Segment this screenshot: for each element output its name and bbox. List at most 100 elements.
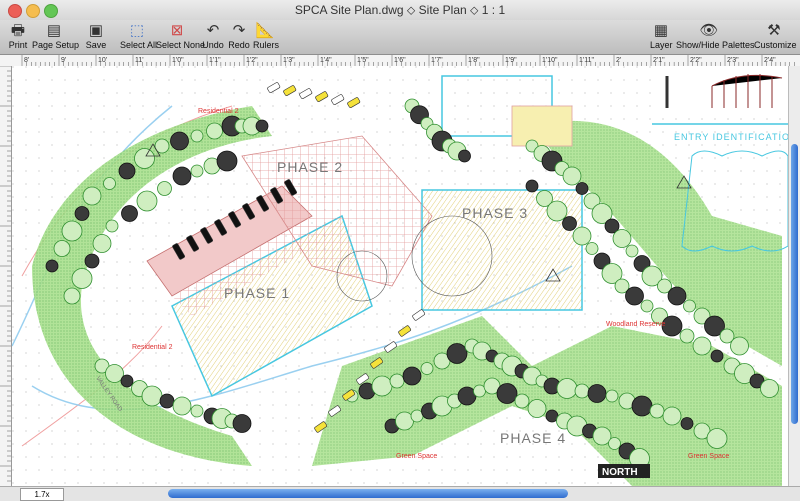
select-none-button[interactable]: ⊠ Select None — [156, 22, 205, 53]
tree-symbol — [92, 234, 112, 253]
tree-symbol — [585, 242, 599, 255]
toolbar: 🖶 Print ▤ Page Setup ▣ Save ⬚ Select All… — [0, 20, 800, 55]
ruler-label: 1'11" — [579, 57, 594, 64]
undo-button[interactable]: ↶ Undo — [202, 22, 224, 53]
drawing-canvas[interactable]: PHASE 2 PHASE 3 PHASE 1 PHASE 4 Resident… — [12, 66, 788, 486]
green-space-left-label: Green Space — [396, 453, 437, 460]
tree-symbol — [216, 150, 238, 172]
tree-symbol — [562, 216, 577, 231]
tree-symbol — [760, 379, 779, 398]
horizontal-scroll-thumb[interactable] — [168, 489, 568, 498]
tree-symbol — [45, 259, 59, 273]
tree-symbol — [105, 219, 119, 233]
green-space-right-label: Green Space — [688, 453, 729, 460]
tree-symbol — [190, 129, 204, 143]
tools-icon: ⚒ — [767, 22, 781, 39]
tree-symbol — [389, 373, 405, 389]
floppy-icon: ▣ — [88, 22, 104, 39]
tree-symbol — [53, 240, 71, 257]
entry-label: ENTRY IDENTIFICATION P — [674, 132, 788, 142]
show-hide-palettes-button[interactable]: 👁 Show/Hide Palettes — [676, 22, 755, 53]
tree-symbol — [496, 383, 518, 404]
ruler-label: 1'2" — [246, 57, 258, 64]
tree-symbol — [640, 299, 654, 313]
vertical-scrollbar[interactable] — [788, 66, 800, 486]
tree-symbol — [679, 328, 695, 344]
ruler-label: 1'8" — [468, 57, 480, 64]
tree-symbol — [118, 162, 136, 180]
vertical-scroll-thumb[interactable] — [791, 144, 798, 424]
vertical-ruler[interactable] — [0, 65, 12, 486]
ruler-label: 9' — [61, 57, 66, 64]
layer-button[interactable]: ▦ Layer — [650, 22, 673, 53]
tree-symbol — [667, 286, 687, 306]
tree-symbol — [680, 417, 694, 430]
print-button[interactable]: 🖶 Print — [6, 22, 30, 53]
tree-symbol — [172, 396, 192, 416]
zoom-field[interactable]: 1.7x — [20, 488, 64, 501]
tree-symbol — [157, 181, 172, 196]
tree-symbol — [562, 166, 582, 186]
residential-bottom-label: Residential 2 — [132, 344, 173, 351]
rulers-button[interactable]: 📐 Rulers — [253, 22, 279, 53]
status-bar: 1.7x — [0, 486, 800, 501]
tree-symbol — [458, 149, 471, 163]
vertical-ruler-ticks — [0, 65, 11, 482]
tree-symbol — [136, 190, 158, 212]
ruler-label: 1'10" — [542, 57, 558, 64]
tree-symbol — [662, 406, 682, 426]
tree-symbol — [84, 253, 100, 269]
tree-symbol — [170, 131, 189, 151]
tree-symbol — [710, 349, 724, 363]
ruler-label: 2' — [616, 57, 621, 64]
north-arrow: NORTH — [598, 464, 650, 478]
tree-symbol — [625, 286, 644, 306]
save-button[interactable]: ▣ Save — [84, 22, 108, 53]
tree-symbol — [631, 395, 653, 417]
tree-symbol — [527, 399, 547, 418]
tree-symbol — [692, 336, 712, 356]
tree-symbol — [63, 287, 81, 305]
tree-symbol — [625, 244, 639, 258]
tree-symbol — [706, 428, 728, 449]
customize-button[interactable]: ⚒ Customize — [754, 22, 797, 53]
redo-button[interactable]: ↷ Redo — [228, 22, 250, 53]
phase1-label: PHASE 1 — [224, 285, 290, 301]
ruler-label: 1'5" — [357, 57, 369, 64]
tree-symbol — [206, 122, 223, 140]
ruler-label: 11' — [135, 57, 144, 64]
select-none-icon: ⊠ — [170, 22, 184, 39]
select-all-button[interactable]: ⬚ Select All — [120, 22, 157, 53]
tree-symbol — [61, 220, 83, 242]
woodland-label: Woodland Reserve — [606, 321, 666, 328]
horizontal-ruler-ticks: 8' 9' 10' 11' 1'0" 1'1" 1'2" 1'3" 1'4" 1'5" 1'6" 1'… — [21, 55, 795, 66]
phase2-label: PHASE 2 — [277, 159, 343, 175]
tree-symbol — [420, 362, 434, 375]
tree-symbol — [159, 393, 175, 409]
tree-symbol — [683, 299, 696, 313]
ruler-label: 2'1" — [653, 57, 665, 64]
tree-symbol — [556, 378, 578, 399]
tree-symbol — [74, 206, 90, 221]
svg-text:NORTH: NORTH — [602, 467, 638, 478]
phase4-label: PHASE 4 — [500, 430, 566, 446]
tree-symbol — [608, 437, 621, 450]
tree-symbol — [190, 404, 204, 418]
phase3-label: PHASE 3 — [462, 205, 528, 221]
tree-symbol — [134, 148, 155, 169]
ruler-label: 1'6" — [394, 57, 406, 64]
ruler-label: 1'4" — [320, 57, 332, 64]
ruler-label: 2'3" — [727, 57, 739, 64]
tree-symbol — [103, 177, 116, 190]
ruler-label: 8' — [24, 57, 29, 64]
tree-symbol — [575, 182, 589, 195]
tree-symbol — [190, 164, 204, 178]
undo-icon: ↶ — [206, 22, 220, 39]
tree-symbol — [587, 384, 607, 403]
ruler-label: 1'3" — [283, 57, 295, 64]
site-plan-drawing[interactable]: PHASE 2 PHASE 3 PHASE 1 PHASE 4 Resident… — [12, 66, 788, 486]
tree-symbol — [371, 375, 393, 397]
tree-symbol — [730, 336, 749, 356]
page-setup-button[interactable]: ▤ Page Setup — [32, 22, 79, 53]
tree-symbol — [574, 383, 590, 399]
